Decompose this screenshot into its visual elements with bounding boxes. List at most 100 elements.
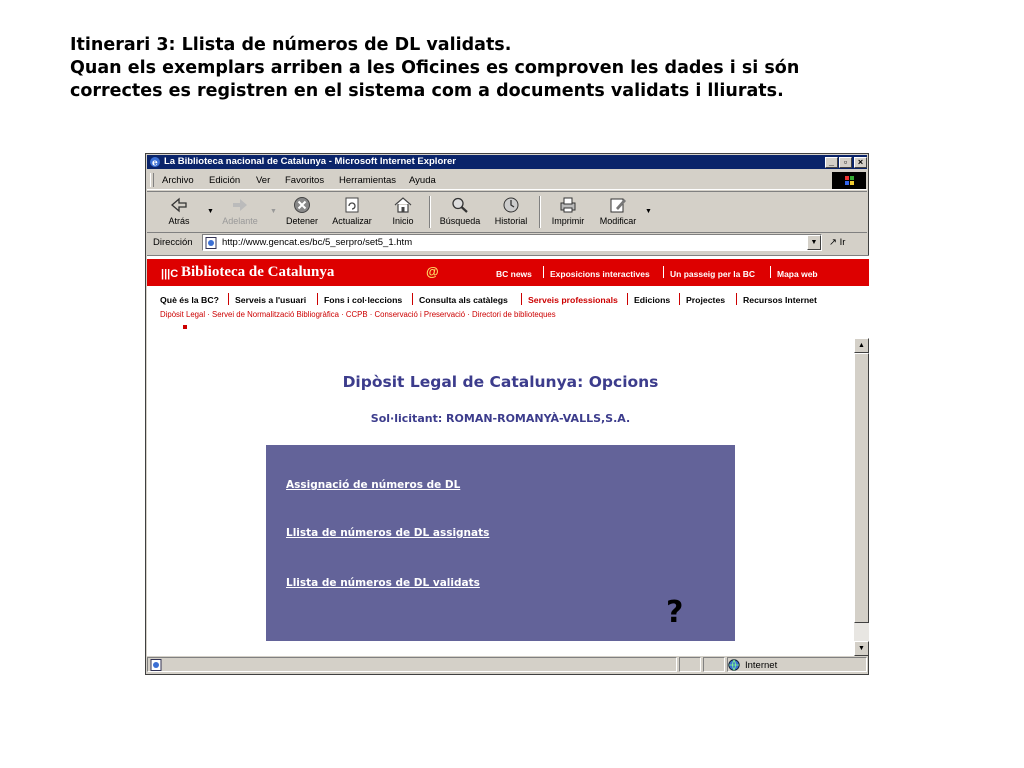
page-icon xyxy=(205,237,217,249)
address-label: Dirección xyxy=(153,237,193,248)
nav-recursos-internet[interactable]: Recursos Internet xyxy=(743,295,817,305)
help-question-mark: ? xyxy=(666,595,684,630)
vertical-scrollbar[interactable]: ▲ ▼ xyxy=(854,338,869,656)
menu-favoritos[interactable]: Favoritos xyxy=(285,175,324,186)
nav-separator xyxy=(228,293,229,305)
home-label: Inicio xyxy=(392,216,414,226)
bullet-marker xyxy=(183,325,187,329)
nav-serveis-professionals[interactable]: Serveis professionals xyxy=(528,295,618,305)
close-button[interactable]: × xyxy=(854,157,867,168)
edit-button[interactable]: Modificar xyxy=(595,196,641,226)
stop-icon xyxy=(294,197,310,213)
go-label: Ir xyxy=(839,237,846,248)
arrow-left-icon xyxy=(171,197,187,213)
refresh-button[interactable]: Actualizar xyxy=(327,196,377,226)
forward-label: Adelante xyxy=(222,216,258,226)
refresh-icon xyxy=(345,197,359,213)
printer-icon xyxy=(560,197,576,213)
nav-serveis-usuari[interactable]: Serveis a l'usuari xyxy=(235,295,306,305)
web-content: |||C Biblioteca de Catalunya @ BC news E… xyxy=(147,255,869,656)
toolbar: Atrás ▼ Adelante ▼ Detener Actualizar In… xyxy=(147,191,867,233)
email-at-icon[interactable]: @ xyxy=(426,264,439,279)
banner-link-mapa-web[interactable]: Mapa web xyxy=(777,269,818,279)
menu-archivo[interactable]: Archivo xyxy=(162,175,194,186)
bc-logo-icon: |||C xyxy=(161,268,179,280)
nav-consulta-catalegs[interactable]: Consulta als catàlegs xyxy=(419,295,508,305)
site-logo[interactable]: Biblioteca de Catalunya xyxy=(181,264,334,281)
toolbar-separator xyxy=(429,196,431,228)
arrow-right-icon xyxy=(233,199,247,211)
go-arrow-icon: ↗ xyxy=(829,237,837,248)
nav-separator xyxy=(412,293,413,305)
option-llista-assignats[interactable]: Llista de números de DL assignats xyxy=(286,527,489,539)
globe-icon xyxy=(728,659,740,671)
scroll-up-button[interactable]: ▲ xyxy=(854,338,869,353)
menu-ver[interactable]: Ver xyxy=(256,175,270,186)
requester-label: Sol·licitant: ROMAN-ROMANYÀ-VALLS,S.A. xyxy=(370,412,631,425)
menu-ayuda[interactable]: Ayuda xyxy=(409,175,436,186)
menu-grip xyxy=(150,173,154,187)
menu-bar: Archivo Edición Ver Favoritos Herramient… xyxy=(147,171,867,190)
window-title: La Biblioteca nacional de Catalunya - Mi… xyxy=(164,156,456,167)
address-bar: Dirección http://www.gencat.es/bc/5_serp… xyxy=(147,233,867,253)
back-dropdown[interactable]: ▼ xyxy=(207,208,214,215)
browser-window: e La Biblioteca nacional de Catalunya - … xyxy=(145,153,869,675)
minimize-button[interactable]: _ xyxy=(825,157,838,168)
go-button[interactable]: ↗ Ir xyxy=(829,237,845,248)
edit-dropdown[interactable]: ▼ xyxy=(645,208,652,215)
option-assignacio[interactable]: Assignació de números de DL xyxy=(286,479,460,491)
status-bar: Internet xyxy=(147,655,867,674)
sub-navigation[interactable]: Dipòsit Legal · Servei de Normalització … xyxy=(160,310,556,319)
back-label: Atrás xyxy=(168,216,190,226)
banner-separator xyxy=(770,266,771,278)
home-icon xyxy=(394,197,412,213)
site-banner: |||C Biblioteca de Catalunya @ BC news E… xyxy=(147,259,869,286)
caption-line-1: Itinerari 3: Llista de números de DL val… xyxy=(70,35,512,55)
refresh-label: Actualizar xyxy=(332,216,372,226)
slide-caption: Itinerari 3: Llista de números de DL val… xyxy=(70,34,970,103)
search-button[interactable]: Búsqueda xyxy=(435,196,485,226)
scroll-down-button[interactable]: ▼ xyxy=(854,641,869,656)
nav-projectes[interactable]: Projectes xyxy=(686,295,725,305)
nav-separator xyxy=(736,293,737,305)
banner-link-exposicions[interactable]: Exposicions interactives xyxy=(550,269,650,279)
print-button[interactable]: Imprimir xyxy=(547,196,589,226)
nav-separator xyxy=(627,293,628,305)
option-llista-validats[interactable]: Llista de números de DL validats xyxy=(286,577,480,589)
scroll-thumb[interactable] xyxy=(854,353,869,623)
forward-button[interactable]: Adelante xyxy=(217,196,263,226)
nav-edicions[interactable]: Edicions xyxy=(634,295,670,305)
nav-separator xyxy=(679,293,680,305)
edit-icon xyxy=(610,198,626,213)
status-panel xyxy=(703,657,725,672)
edit-label: Modificar xyxy=(599,216,637,226)
windows-logo-icon xyxy=(832,172,866,189)
back-button[interactable]: Atrás xyxy=(159,196,199,226)
address-dropdown-button[interactable]: ▼ xyxy=(807,235,821,250)
stop-label: Detener xyxy=(285,216,319,226)
page-title: Dipòsit Legal de Catalunya: Opcions xyxy=(342,373,659,391)
banner-link-passeig[interactable]: Un passeig per la BC xyxy=(670,269,755,279)
caption-line-3: correctes es registren en el sistema com… xyxy=(70,81,784,101)
address-input[interactable]: http://www.gencat.es/bc/5_serpro/set5_1.… xyxy=(202,234,822,251)
banner-separator xyxy=(543,266,544,278)
nav-fons-colleccions[interactable]: Fons i col·leccions xyxy=(324,295,402,305)
nav-que-es-la-bc[interactable]: Què és la BC? xyxy=(160,295,219,305)
forward-dropdown[interactable]: ▼ xyxy=(270,208,277,215)
caption-line-2: Quan els exemplars arriben a les Oficine… xyxy=(70,58,800,78)
stop-button[interactable]: Detener xyxy=(281,196,323,226)
status-zone-label: Internet xyxy=(745,660,778,671)
status-main-panel xyxy=(147,657,677,672)
maximize-button[interactable]: ▫ xyxy=(839,157,852,168)
toolbar-separator xyxy=(539,196,541,228)
url-text: http://www.gencat.es/bc/5_serpro/set5_1.… xyxy=(222,237,413,248)
menu-edicion[interactable]: Edición xyxy=(209,175,240,186)
nav-separator xyxy=(521,293,522,305)
svg-text:e: e xyxy=(152,159,158,169)
home-button[interactable]: Inicio xyxy=(385,196,421,226)
search-icon xyxy=(452,197,468,213)
menu-herramientas[interactable]: Herramientas xyxy=(339,175,396,186)
history-icon xyxy=(503,197,519,213)
banner-link-bc-news[interactable]: BC news xyxy=(496,269,532,279)
history-button[interactable]: Historial xyxy=(489,196,533,226)
